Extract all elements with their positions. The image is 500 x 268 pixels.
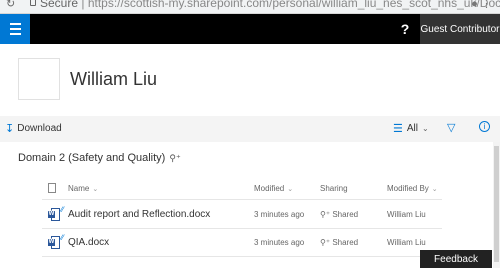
lock-icon (30, 0, 36, 6)
modified-cell: 3 minutes ago (254, 238, 305, 247)
url-text: https://scottish-my.sharepoint.com/perso… (87, 0, 500, 10)
modified-by-cell: William Liu (387, 210, 426, 219)
profile-name: William Liu (70, 69, 158, 89)
column-header-modified-by-label: Modified By (387, 184, 429, 193)
column-header-modified-label: Modified (254, 184, 285, 193)
menu-line-icon (9, 33, 21, 35)
header-divider (42, 199, 442, 200)
sharing-cell: ⚲⁺ Shared (320, 210, 358, 219)
chevron-down-icon: ⌄ (431, 186, 438, 193)
browser-menu-icon[interactable]: ● ⋮ (471, 0, 492, 10)
filter-icon[interactable]: ▽ (447, 121, 455, 134)
shared-icon: ⚲⁺ (320, 238, 333, 247)
help-button[interactable]: ? (390, 14, 420, 44)
avatar (18, 58, 60, 100)
chevron-down-icon: ⌄ (422, 124, 429, 133)
view-selector[interactable]: ☰ All ⌄ (393, 122, 429, 135)
file-name-link[interactable]: Audit report and Reflection.docx (68, 209, 210, 220)
menu-line-icon (9, 23, 21, 25)
column-header-modified-by[interactable]: Modified By ⌄ (387, 184, 438, 193)
browser-address-bar: ↻ Secure | https://scottish-my.sharepoin… (0, 0, 500, 14)
info-icon[interactable]: i (479, 121, 490, 132)
new-file-icon: ∕∕ (61, 233, 64, 242)
shared-people-icon: ⚲⁺ (169, 153, 181, 163)
breadcrumb: Domain 2 (Safety and Quality) ⚲⁺ (18, 152, 181, 164)
hamburger-menu-button[interactable] (0, 14, 30, 44)
list-view-icon: ☰ (393, 123, 403, 135)
download-label: Download (17, 123, 62, 134)
modified-by-cell: William Liu (387, 238, 426, 247)
row-divider (42, 256, 442, 257)
file-name-link[interactable]: QIA.docx (68, 237, 109, 248)
file-type-header-icon[interactable] (48, 183, 56, 193)
word-document-icon: W (48, 236, 60, 249)
column-header-sharing-label: Sharing (320, 184, 348, 193)
view-label: All (406, 123, 418, 134)
sharing-cell: ⚲⁺ Shared (320, 238, 358, 247)
column-header-name[interactable]: Name ⌄ (68, 184, 98, 193)
feedback-button[interactable]: Feedback (420, 250, 492, 268)
url-field[interactable]: Secure | https://scottish-my.sharepoint.… (40, 0, 500, 10)
table-row[interactable]: W ∕∕ Audit report and Reflection.docx 3 … (0, 202, 500, 228)
suite-bar: ? Guest Contributor (0, 14, 500, 44)
column-header-modified[interactable]: Modified ⌄ (254, 184, 293, 193)
download-button[interactable]: ↧ Download (5, 122, 62, 135)
library-title: Domain 2 (Safety and Quality) (18, 152, 166, 164)
refresh-icon[interactable]: ↻ (6, 0, 15, 10)
chevron-down-icon: ⌄ (287, 186, 294, 193)
sharing-label: Shared (332, 210, 359, 219)
profile-header: William Liu (0, 44, 500, 114)
shared-icon: ⚲⁺ (320, 210, 333, 219)
secure-label: Secure (40, 0, 79, 10)
column-header-name-label: Name (68, 184, 90, 193)
command-bar: ↧ Download ☰ All ⌄ ▽ i (0, 116, 500, 142)
scrollbar-thumb[interactable] (494, 146, 499, 262)
guest-contributor-label[interactable]: Guest Contributor (420, 14, 500, 44)
menu-line-icon (9, 28, 21, 30)
word-document-icon: W (48, 208, 60, 221)
download-icon: ↧ (5, 123, 15, 135)
chevron-down-icon: ⌄ (92, 186, 99, 193)
column-header-sharing[interactable]: Sharing (320, 184, 348, 193)
vertical-scrollbar[interactable] (493, 142, 500, 268)
row-divider (42, 228, 442, 229)
sharing-label: Shared (332, 238, 359, 247)
modified-cell: 3 minutes ago (254, 210, 305, 219)
new-file-icon: ∕∕ (61, 205, 64, 214)
